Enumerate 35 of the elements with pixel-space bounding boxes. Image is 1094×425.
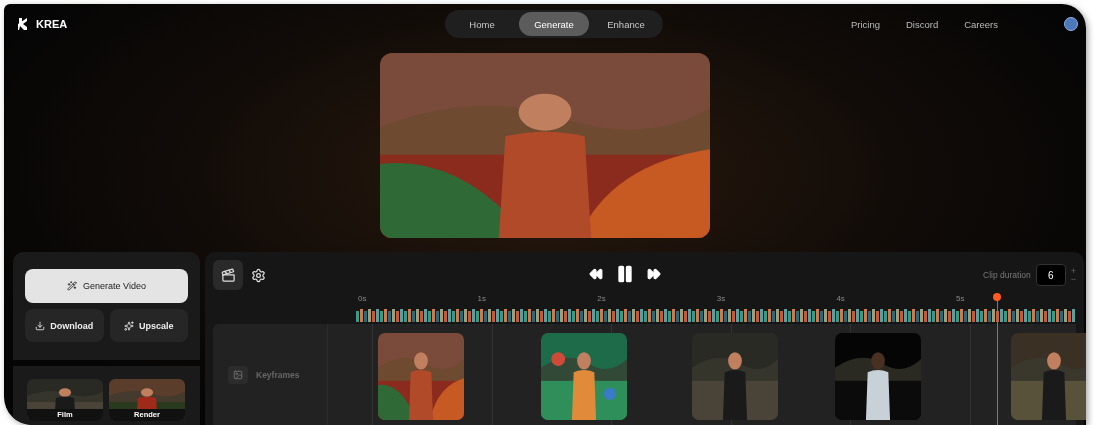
sparkles-icon	[124, 320, 134, 331]
pause-icon	[615, 264, 635, 284]
generate-video-button[interactable]: Generate Video	[25, 269, 188, 303]
track-label: Keyframes	[256, 369, 300, 380]
time-tick: 5s	[956, 294, 965, 303]
nav-tab[interactable]: Generate	[519, 12, 589, 36]
nav-tab[interactable]: Enhance	[591, 12, 661, 36]
rewind-button[interactable]	[589, 267, 603, 281]
image-icon	[228, 365, 248, 384]
pause-button[interactable]	[615, 264, 635, 284]
fast-forward-icon	[647, 267, 661, 281]
download-button[interactable]: Download	[25, 309, 104, 342]
nav-link[interactable]: Pricing	[850, 18, 880, 30]
clapperboard-icon	[220, 267, 236, 283]
rewind-icon	[589, 267, 603, 281]
nav-tab[interactable]: Home	[447, 12, 517, 36]
playhead-handle[interactable]	[993, 293, 1002, 301]
clip-duration-label: Clip duration	[983, 270, 1031, 280]
download-icon	[35, 320, 46, 331]
time-tick: 0s	[358, 294, 367, 303]
brand-name: KREA	[36, 18, 68, 30]
fast-forward-button[interactable]	[647, 267, 661, 281]
logo-icon	[18, 18, 28, 30]
time-tick: 2s	[597, 294, 606, 303]
avatar[interactable]	[1064, 17, 1078, 31]
time-tick: 1s	[477, 294, 487, 303]
time-tick: 4s	[836, 294, 845, 303]
wand-icon	[67, 281, 78, 291]
clapperboard-button[interactable]	[213, 260, 243, 290]
nav-link[interactable]: Discord	[906, 18, 939, 30]
settings-icon	[250, 267, 266, 283]
nav-link[interactable]: Careers	[964, 18, 998, 30]
clip-duration-field[interactable]: 6	[1035, 264, 1066, 286]
time-tick: 3s	[716, 294, 726, 303]
upscale-button[interactable]: Upscale	[109, 309, 188, 342]
